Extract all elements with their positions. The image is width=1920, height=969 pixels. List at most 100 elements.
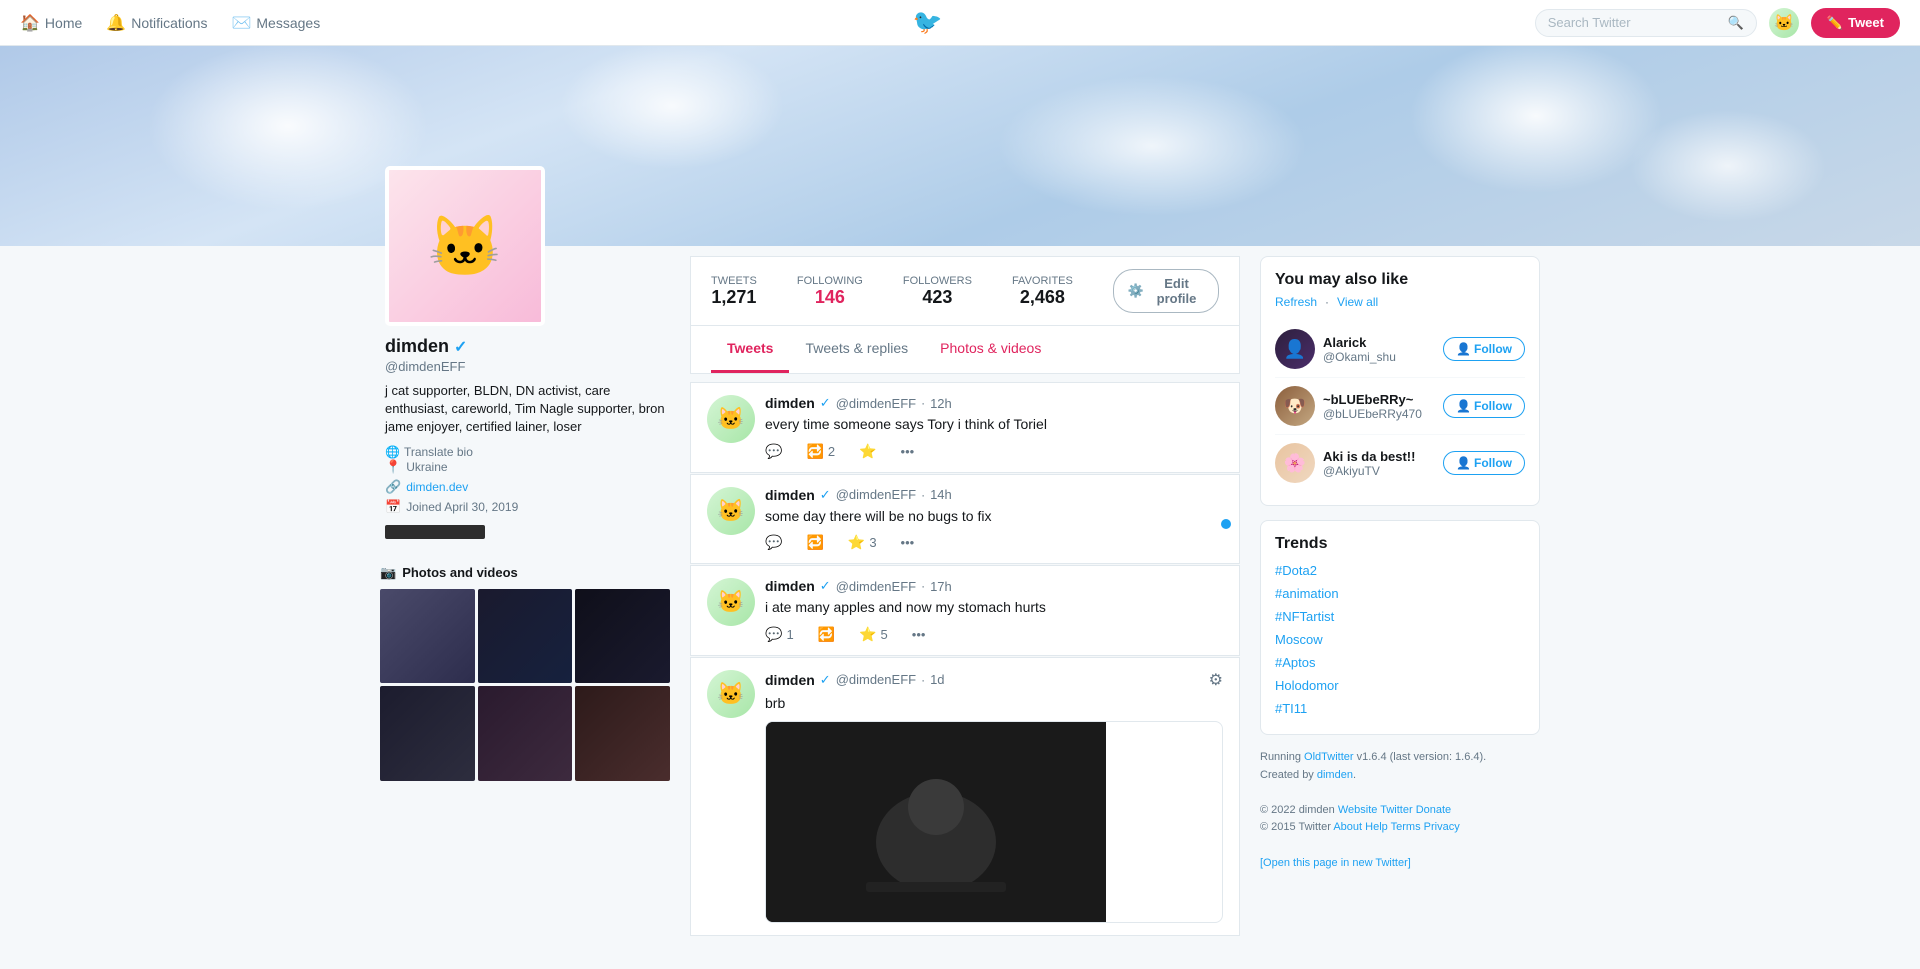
dark-bar [385,525,485,539]
about-footer-link[interactable]: About [1333,821,1362,833]
retweet-action-1[interactable]: 🔁 2 [806,443,835,460]
tweet-avatar-2[interactable]: 🐱 [707,487,755,535]
tab-replies[interactable]: Tweets & replies [789,326,924,373]
follow-icon-2: 👤 [1456,399,1471,413]
you-may-like-subtitle: Refresh · View all [1275,295,1525,309]
reply-action-1[interactable]: 💬 [765,443,782,460]
website-link[interactable]: dimden.dev [406,480,468,494]
nav-notifications-link[interactable]: 🔔 Notifications [106,13,207,33]
tweet-avatar-1[interactable]: 🐱 [707,395,755,443]
like-action-2[interactable]: ⭐ 3 [848,534,877,551]
trend-item[interactable]: #NFTartist [1275,605,1525,628]
trends-list: #Dota2#animation#NFTartistMoscow#AptosHo… [1275,559,1525,720]
tweet-actions-3: 💬 1 🔁 ⭐ 5 ••• [765,626,1223,643]
suggest-avatar-3[interactable]: 🌸 [1275,443,1315,483]
tweet-button[interactable]: ✏️ Tweet [1811,8,1900,38]
like-action-1[interactable]: ⭐ [859,443,876,460]
nav-avatar[interactable]: 🐱 [1769,8,1799,38]
twitter-footer-link[interactable]: Twitter [1380,804,1412,816]
tweet-text-2: some day there will be no bugs to fix [765,507,1223,527]
more-action-1[interactable]: ••• [901,444,915,459]
terms-footer-link[interactable]: Terms [1391,821,1421,833]
profile-avatar: 🐱 [385,166,545,326]
tweet-header-4: dimden ✓ @dimdenEFF · 1d ⚙ [765,670,1223,690]
tweets-feed: 🐱 dimden ✓ @dimdenEFF · 12h every time s… [690,382,1240,936]
table-row: 🐱 dimden ✓ @dimdenEFF · 1d ⚙ brb [690,657,1240,937]
more-action-2[interactable]: ••• [901,535,915,550]
suggest-avatar-2[interactable]: 🐶 [1275,386,1315,426]
retweet-icon: 🔁 [806,443,823,460]
list-item: 👤 Alarick @Okami_shu 👤 Follow [1275,321,1525,378]
tab-tweets[interactable]: Tweets [711,326,789,373]
photo-thumb-5[interactable] [478,686,573,781]
reply-count-3: 1 [786,627,793,642]
donate-footer-link[interactable]: Donate [1416,804,1451,816]
followers-value: 423 [903,287,972,308]
following-value: 146 [797,287,863,308]
suggest-avatar-1[interactable]: 👤 [1275,329,1315,369]
search-icon: 🔍 [1728,15,1744,31]
old-twitter-link[interactable]: OldTwitter [1304,751,1354,763]
trend-item[interactable]: #animation [1275,582,1525,605]
follow-icon-1: 👤 [1456,342,1471,356]
like-icon-3: ⭐ [859,626,876,643]
tweet-handle-2: @dimdenEFF [836,487,916,502]
nav-messages-link[interactable]: ✉️ Messages [231,13,320,33]
photos-title: Photos and videos [402,565,518,580]
follow-button-3[interactable]: 👤 Follow [1443,451,1525,475]
website-footer-link[interactable]: Website [1338,804,1378,816]
nav-home-link[interactable]: 🏠 Home [20,13,82,33]
suggest-handle-2: @bLUEbeRRy470 [1323,407,1435,421]
photo-thumb-6[interactable] [575,686,670,781]
trends-title: Trends [1275,535,1525,553]
trend-item[interactable]: Holodomor [1275,674,1525,697]
suggest-name-1: Alarick [1323,335,1435,350]
tweet-actions-1: 💬 🔁 2 ⭐ ••• [765,443,1223,460]
tweet-verified-1: ✓ [820,395,831,411]
help-footer-link[interactable]: Help [1365,821,1388,833]
tweet-avatar-3[interactable]: 🐱 [707,578,755,626]
retweet-action-2[interactable]: 🔁 [806,534,823,551]
view-all-link[interactable]: View all [1337,295,1378,309]
trend-item[interactable]: #TI11 [1275,697,1525,720]
photo-thumb-1[interactable] [380,589,475,684]
tweet-media-4[interactable] [765,721,1223,923]
privacy-footer-link[interactable]: Privacy [1424,821,1460,833]
photo-thumb-4[interactable] [380,686,475,781]
list-item: 🌸 Aki is da best!! @AkiyuTV 👤 Follow [1275,435,1525,491]
following-label: FOLLOWING [797,275,863,287]
open-new-twitter-link[interactable]: [Open this page in new Twitter] [1260,857,1411,869]
tweet-avatar-4[interactable]: 🐱 [707,670,755,718]
home-icon: 🏠 [20,13,40,33]
creator-link[interactable]: dimden [1317,769,1353,781]
trend-item[interactable]: Moscow [1275,628,1525,651]
calendar-icon: 📅 [385,499,401,515]
footer-links-2: © 2015 Twitter About Help Terms Privacy [1260,819,1540,837]
like-count-3: 5 [881,627,888,642]
tweet-name-3: dimden [765,578,815,594]
navbar-left: 🏠 Home 🔔 Notifications ✉️ Messages [20,13,320,33]
follow-button-2[interactable]: 👤 Follow [1443,394,1525,418]
photo-thumb-3[interactable] [575,589,670,684]
photo-thumb-2[interactable] [478,589,573,684]
translate-bio[interactable]: 🌐 Translate bio [385,445,665,459]
reply-action-3[interactable]: 💬 1 [765,626,794,643]
trend-item[interactable]: #Dota2 [1275,559,1525,582]
stat-following: FOLLOWING 146 [797,275,863,308]
trend-item[interactable]: #Aptos [1275,651,1525,674]
suggest-handle-3: @AkiyuTV [1323,464,1435,478]
retweet-action-3[interactable]: 🔁 [818,626,835,643]
tab-photos-videos[interactable]: Photos & videos [924,326,1057,373]
like-action-3[interactable]: ⭐ 5 [859,626,888,643]
sidebar-footer: Running OldTwitter v1.6.4 (last version:… [1260,749,1540,872]
suggest-info-2: ~bLUEbeRRy~ @bLUEbeRRy470 [1323,392,1435,421]
media-settings-icon[interactable]: ⚙ [1209,670,1223,690]
media-image-4 [766,722,1106,922]
edit-profile-button[interactable]: ⚙️ Edit profile [1113,269,1219,313]
search-input[interactable] [1548,15,1728,30]
follow-button-1[interactable]: 👤 Follow [1443,337,1525,361]
reply-action-2[interactable]: 💬 [765,534,782,551]
refresh-link[interactable]: Refresh [1275,295,1317,309]
more-action-3[interactable]: ••• [912,627,926,642]
tweet-body-2: dimden ✓ @dimdenEFF · 14h some day there… [765,487,1223,552]
